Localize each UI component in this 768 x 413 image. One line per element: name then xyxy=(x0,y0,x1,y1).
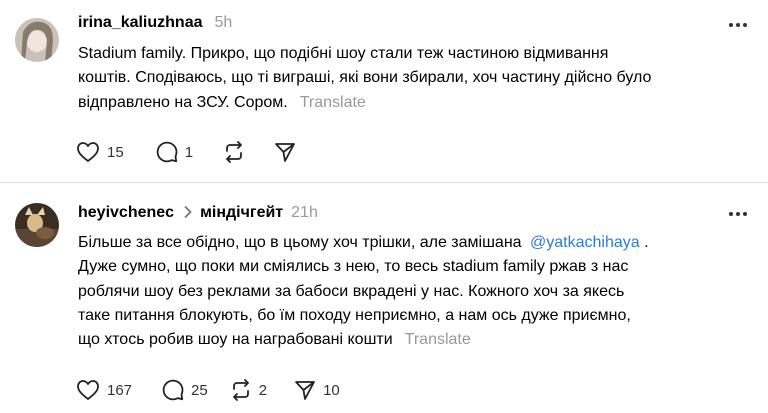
username[interactable]: heyivchenec xyxy=(78,204,174,222)
post-body: Більше за все обідно, що в цьому хоч трі… xyxy=(78,231,748,352)
repost-button[interactable] xyxy=(223,141,245,163)
post-body: Stadium family. Прикро, що подібні шоу с… xyxy=(78,42,748,115)
like-count: 15 xyxy=(107,143,124,161)
heart-icon xyxy=(77,380,99,400)
send-icon xyxy=(295,381,315,400)
like-button[interactable]: 15 xyxy=(76,141,124,163)
repost-count: 2 xyxy=(258,381,268,399)
more-horizontal-icon xyxy=(729,23,747,27)
post-time[interactable]: 5h xyxy=(215,14,233,32)
translate-link[interactable]: Translate xyxy=(405,331,471,348)
thread-name[interactable]: міндічгейт xyxy=(200,204,283,222)
post-actions: 15 1 xyxy=(76,140,296,164)
post-irina: irina_kaliuzhnaa 5h Stadium family. Прик… xyxy=(0,0,768,182)
reply-button[interactable]: 25 xyxy=(162,379,208,401)
share-button[interactable]: 10 xyxy=(294,379,340,401)
post-heyivchenec: heyivchenec міндічгейт 21h Більше за все… xyxy=(0,183,768,413)
avatar-photo xyxy=(15,18,59,62)
body-line: роблячи шоу без реклами за бабоси вкраде… xyxy=(78,282,625,300)
avatar[interactable] xyxy=(15,18,59,62)
heart-icon xyxy=(77,142,99,162)
chevron-right-icon xyxy=(184,205,192,222)
send-icon xyxy=(275,143,295,162)
mention-suffix: . xyxy=(639,234,649,251)
body-line: Дуже сумно, що поки ми сміялись з нею, т… xyxy=(78,258,629,276)
repost-button[interactable]: 2 xyxy=(230,379,267,401)
body-line-last: відправлено на ЗСУ. Сором. Translate xyxy=(78,91,748,115)
post-header: irina_kaliuzhnaa 5h xyxy=(78,12,232,34)
reply-count: 1 xyxy=(184,143,194,161)
body-line-first: Більше за все обідно, що в цьому хоч трі… xyxy=(78,231,748,255)
like-button[interactable]: 167 xyxy=(76,379,132,401)
more-horizontal-icon xyxy=(729,212,747,216)
comment-icon xyxy=(156,141,178,163)
avatar-photo xyxy=(15,203,59,247)
mention-link[interactable]: @yatkachihaya xyxy=(530,234,640,251)
comment-icon xyxy=(162,379,184,401)
username[interactable]: irina_kaliuzhnaa xyxy=(78,14,203,32)
more-options-button[interactable] xyxy=(726,206,750,222)
body-line-text: що хтось робив шоу на награбовані кошти xyxy=(78,331,393,349)
share-button[interactable] xyxy=(274,141,296,163)
post-time[interactable]: 21h xyxy=(291,204,318,222)
reply-button[interactable]: 1 xyxy=(156,141,193,163)
body-line-text: Більше за все обідно, що в цьому хоч трі… xyxy=(78,234,522,251)
repost-icon xyxy=(226,141,242,163)
reply-count: 25 xyxy=(191,381,208,399)
body-line: Stadium family. Прикро, що подібні шоу с… xyxy=(78,45,609,62)
post-actions: 167 25 2 10 xyxy=(76,378,340,402)
like-count: 167 xyxy=(107,381,133,399)
repost-icon xyxy=(232,379,249,401)
more-options-button[interactable] xyxy=(726,17,750,33)
share-count: 10 xyxy=(323,381,340,399)
body-line-text: відправлено на ЗСУ. Сором. xyxy=(78,93,288,111)
translate-link[interactable]: Translate xyxy=(300,94,366,111)
body-line: таке питання блокують, бо їм походу непр… xyxy=(78,306,631,324)
avatar[interactable] xyxy=(15,203,59,247)
post-header: heyivchenec міндічгейт 21h xyxy=(78,202,318,224)
body-line: коштів. Сподіваюсь, що ті виграші, які в… xyxy=(78,69,652,87)
body-line-last: що хтось робив шоу на награбовані кошти T… xyxy=(78,328,748,352)
